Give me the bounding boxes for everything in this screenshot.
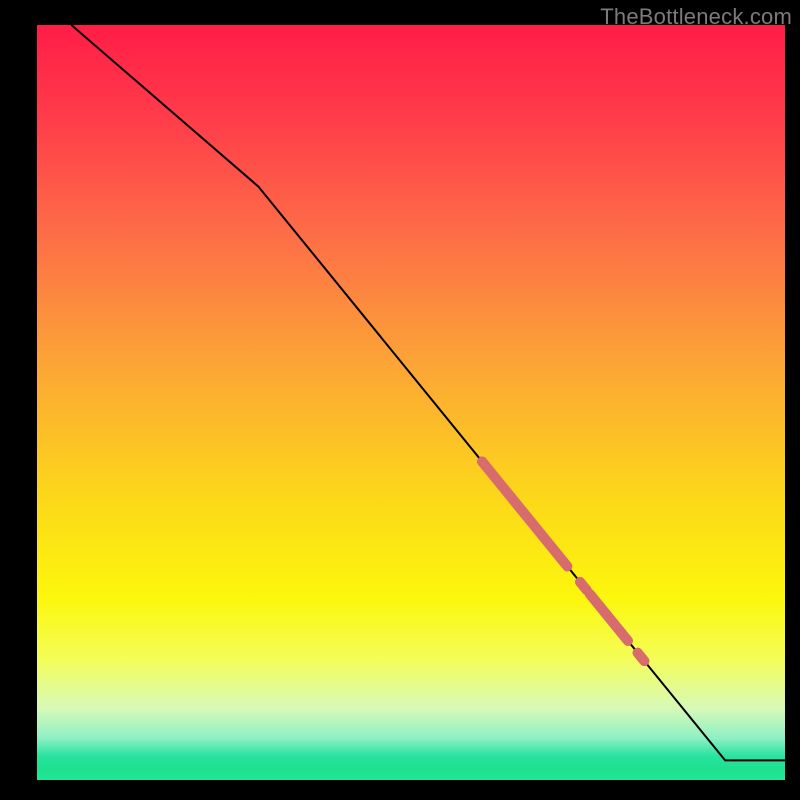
highlight-top-dot-a [580,582,587,590]
watermark-text: TheBottleneck.com [600,4,792,30]
chart-frame: TheBottleneck.com [0,0,800,800]
gradient-background [37,25,785,780]
bottleneck-chart [0,0,800,800]
highlight-top-dot-b [638,653,645,661]
